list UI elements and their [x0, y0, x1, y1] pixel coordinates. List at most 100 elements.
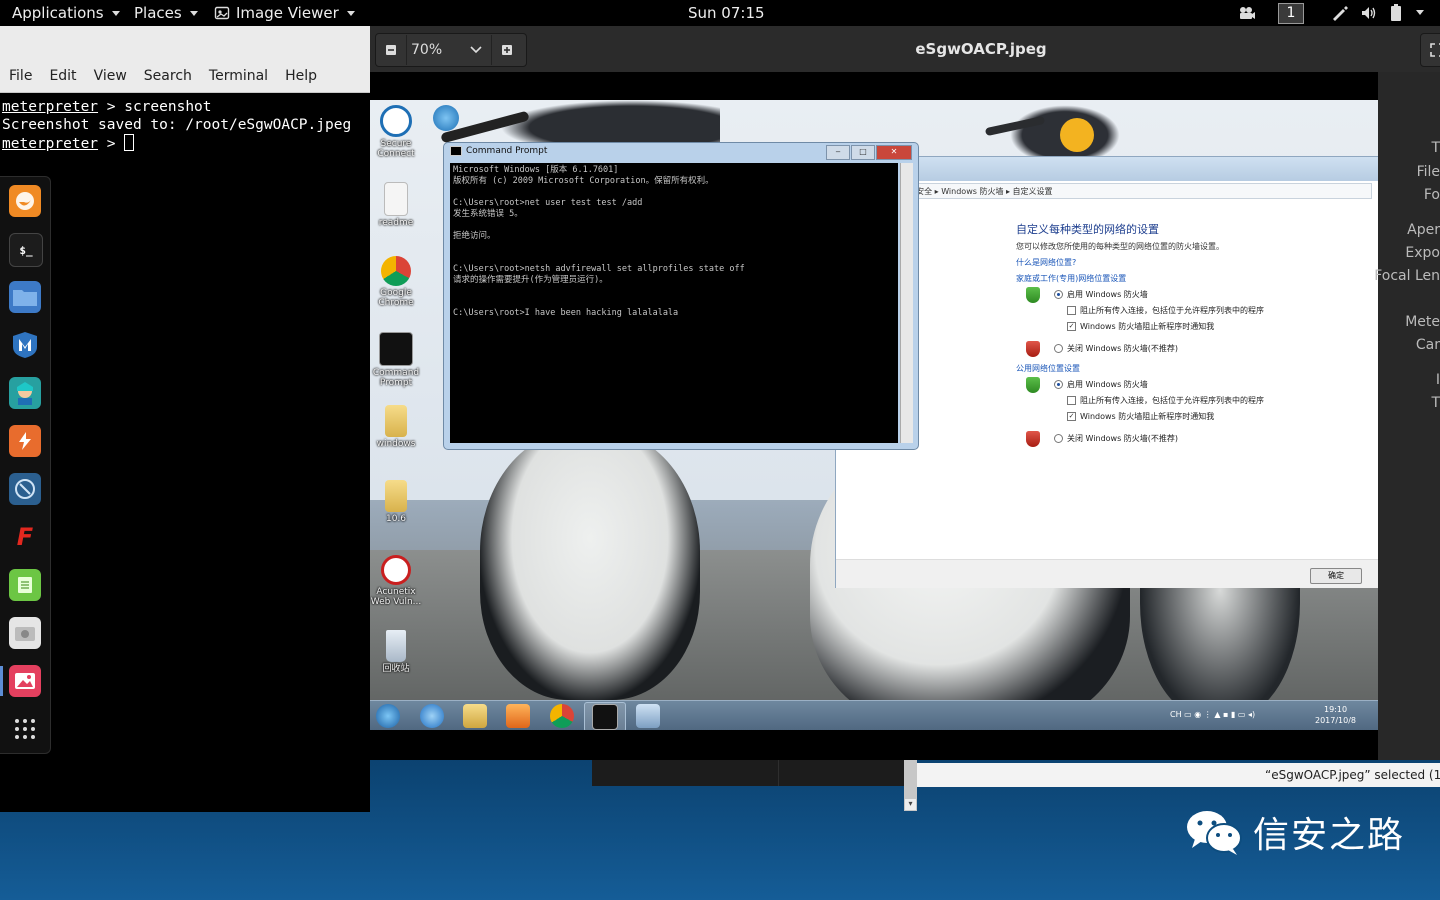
ok-button[interactable]: 确定 — [1310, 568, 1362, 584]
cmd-scrollbar[interactable] — [900, 163, 913, 443]
radio-selected[interactable] — [1054, 290, 1063, 299]
option-label: 启用 Windows 防火墙 — [1067, 380, 1148, 389]
icon-label: Command Prompt — [372, 368, 420, 388]
close-button[interactable]: ✕ — [876, 145, 912, 160]
chrome-taskbar-icon[interactable] — [550, 704, 574, 728]
home-disable-firewall-option[interactable]: 关闭 Windows 防火墙(不推荐) — [1054, 343, 1178, 354]
radio-unselected[interactable] — [1054, 434, 1063, 443]
prompt: meterpreter — [2, 99, 99, 115]
acunetix-icon — [381, 555, 411, 585]
public-disable-firewall-option[interactable]: 关闭 Windows 防火墙(不推荐) — [1054, 433, 1178, 444]
command-text: > screenshot — [98, 99, 212, 115]
system-tray: CH ▭ ◉ ⋮ ▲ ▪ ▮ ▭ ◂) — [1170, 710, 1256, 719]
fm-text: I — [1435, 372, 1440, 388]
home-block-all-option[interactable]: 阻止所有传入连接，包括位于允许程序列表中的程序 — [1067, 305, 1264, 316]
image-viewer-dock-icon[interactable] — [9, 665, 41, 697]
volume-icon[interactable] — [1360, 5, 1378, 21]
firewall-address-bar[interactable]: 控制面板 ▸ 系统和安全 ▸ Windows 防火墙 ▸ 自定义设置 — [842, 183, 1372, 199]
media-player-icon[interactable] — [506, 704, 530, 728]
prompt: meterpreter — [2, 136, 99, 152]
menu-file[interactable]: File — [9, 68, 32, 84]
scroll-down-arrow-icon[interactable]: ▾ — [905, 799, 916, 810]
desktop-icon-windows-folder[interactable]: windows — [370, 405, 426, 449]
clock[interactable]: Sun 07:15 — [688, 4, 765, 22]
option-label: 阻止所有传入连接，包括位于允许程序列表中的程序 — [1080, 396, 1264, 405]
control-panel-taskbar-icon[interactable] — [636, 704, 660, 728]
cmd-output[interactable]: Microsoft Windows [版本 6.1.7601] 版权所有 (c)… — [450, 163, 898, 443]
desktop-icon-chrome[interactable]: Google Chrome — [370, 256, 426, 308]
desktop-icon-acunetix[interactable]: Acunetix Web Vuln... — [370, 555, 426, 607]
maximize-button[interactable]: □ — [851, 145, 875, 160]
windows-start-icon[interactable] — [376, 704, 400, 728]
image-canvas[interactable]: Secure Connect readme Google Chrome Comm… — [370, 72, 1378, 760]
home-enable-firewall-option[interactable]: 启用 Windows 防火墙 — [1054, 289, 1148, 300]
vertical-scrollbar[interactable]: ▾ — [904, 760, 917, 811]
menu-help[interactable]: Help — [285, 68, 317, 84]
cmd-titlebar: Command Prompt — [450, 146, 547, 156]
desktop-icon-readme[interactable]: readme — [370, 182, 426, 228]
recycle-bin-icon — [386, 630, 406, 662]
icon-label: Google Chrome — [378, 288, 414, 308]
beef-icon[interactable] — [9, 473, 41, 505]
desktop-icon-10-6-folder[interactable]: 10.6 — [370, 480, 426, 524]
public-block-all-option[interactable]: 阻止所有传入连接，包括位于允许程序列表中的程序 — [1067, 395, 1264, 406]
terminal-icon[interactable]: $_ — [9, 233, 43, 267]
clock-label: Sun 07:15 — [688, 4, 765, 22]
what-are-network-locations-link[interactable]: 什么是网络位置? — [1016, 257, 1076, 268]
wechat-icon — [1187, 811, 1242, 855]
places-menu[interactable]: Places — [134, 4, 198, 22]
fullscreen-button[interactable] — [1420, 33, 1440, 67]
terminal-line: meterpreter > screenshot — [2, 98, 370, 116]
system-menu-chevron-icon[interactable] — [1416, 10, 1424, 15]
terminal-window[interactable]: File Edit View Search Terminal Help mete… — [0, 26, 370, 812]
icon-label: Secure Connect — [377, 139, 415, 159]
workspace-indicator[interactable]: 1 — [1278, 3, 1304, 24]
terminal-output[interactable]: meterpreter > screenshot Screenshot saved… — [0, 93, 370, 153]
metasploit-icon[interactable] — [9, 329, 41, 361]
watermark: 信安之路 — [1185, 806, 1405, 858]
text-cursor — [124, 134, 135, 151]
fm-text: Fo — [1423, 187, 1440, 203]
files-icon[interactable] — [9, 281, 41, 313]
home-network-section-title: 家庭或工作(专用)网络位置设置 — [1016, 274, 1127, 283]
radio-unselected[interactable] — [1054, 344, 1063, 353]
checkbox-checked[interactable]: ✓ — [1067, 322, 1076, 331]
applications-menu[interactable]: Applications — [12, 4, 120, 22]
home-notify-option[interactable]: ✓ Windows 防火墙阻止新程序时通知我 — [1067, 321, 1214, 332]
checkbox-unchecked[interactable] — [1067, 306, 1076, 315]
public-notify-option[interactable]: ✓ Windows 防火墙阻止新程序时通知我 — [1067, 411, 1214, 422]
desktop-icon-recycle-bin[interactable]: 回收站 — [370, 630, 426, 674]
screenshot-tool-icon[interactable] — [9, 617, 41, 649]
desktop-icon-command-prompt[interactable]: Command Prompt — [370, 332, 426, 388]
public-enable-firewall-option[interactable]: 启用 Windows 防火墙 — [1054, 379, 1148, 390]
windows-clock[interactable]: 19:10 2017/10/8 — [1315, 704, 1356, 726]
fm-text: Car — [1415, 337, 1440, 353]
terminal-menubar: File Edit View Search Terminal Help — [9, 68, 317, 84]
desktop-icon-network[interactable] — [416, 105, 476, 133]
leafpad-icon[interactable] — [9, 569, 41, 601]
cmd-taskbar-icon[interactable] — [592, 704, 618, 730]
pen-icon[interactable] — [1331, 5, 1349, 21]
image-viewer-menu[interactable]: Image Viewer — [214, 4, 355, 22]
menu-edit[interactable]: Edit — [49, 68, 76, 84]
explorer-icon[interactable] — [463, 704, 487, 728]
video-camera-icon[interactable] — [1238, 5, 1256, 21]
firefox-icon[interactable] — [9, 185, 41, 217]
icon-label: Acunetix Web Vuln... — [370, 587, 422, 607]
minimize-button[interactable]: ‒ — [826, 145, 850, 160]
menu-search[interactable]: Search — [144, 68, 192, 84]
checkbox-checked[interactable]: ✓ — [1067, 412, 1076, 421]
checkbox-unchecked[interactable] — [1067, 396, 1076, 405]
terminal-header: File Edit View Search Terminal Help — [0, 26, 370, 93]
radio-selected[interactable] — [1054, 380, 1063, 389]
input-language[interactable]: CH — [1170, 710, 1182, 719]
armitage-icon[interactable] — [9, 377, 41, 409]
faraday-icon[interactable]: F — [9, 521, 41, 553]
battery-icon[interactable] — [1390, 4, 1402, 22]
burpsuite-icon[interactable] — [9, 425, 41, 457]
menu-view[interactable]: View — [94, 68, 127, 84]
show-applications-icon[interactable] — [9, 713, 41, 745]
menu-terminal[interactable]: Terminal — [209, 68, 268, 84]
image-viewer-window: 70% eSgwOACP.jpeg Secure Connect readme … — [370, 26, 1440, 760]
ie-icon[interactable] — [420, 704, 444, 728]
